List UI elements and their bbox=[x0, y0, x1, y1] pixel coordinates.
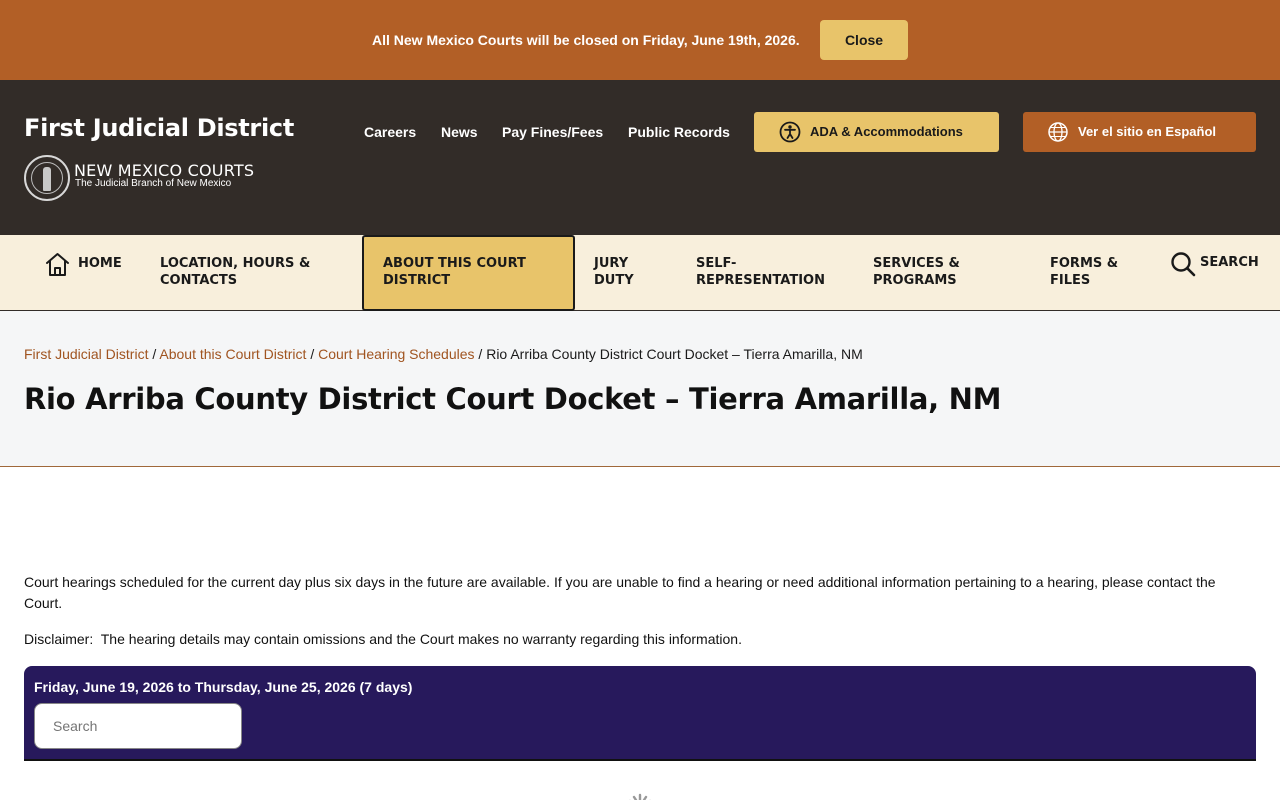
breadcrumb-current: Rio Arriba County District Court Docket … bbox=[486, 346, 863, 362]
home-icon[interactable] bbox=[44, 251, 71, 278]
breadcrumb: First Judicial District / About this Cou… bbox=[24, 346, 863, 362]
nav-location-hours-contacts[interactable]: LOCATION, HOURS & CONTACTS bbox=[160, 255, 330, 289]
docket-date-range: Friday, June 19, 2026 to Thursday, June … bbox=[34, 679, 413, 695]
disclaimer-text: Disclaimer: The hearing details may cont… bbox=[24, 631, 742, 647]
news-link[interactable]: News bbox=[441, 124, 478, 140]
main-navigation: HOME LOCATION, HOURS & CONTACTS ABOUT TH… bbox=[0, 235, 1280, 311]
breadcrumb-separator: / bbox=[306, 346, 319, 362]
site-header: First Judicial District NEW MEXICO COURT… bbox=[0, 80, 1280, 235]
spanish-site-button[interactable]: Ver el sitio en Español bbox=[1023, 112, 1256, 152]
public-records-link[interactable]: Public Records bbox=[628, 124, 730, 140]
breadcrumb-about-court-district[interactable]: About this Court District bbox=[159, 346, 306, 362]
breadcrumb-first-judicial-district[interactable]: First Judicial District bbox=[24, 346, 148, 362]
breadcrumb-separator: / bbox=[148, 346, 160, 362]
intro-text: Court hearings scheduled for the current… bbox=[24, 574, 1216, 611]
nav-about-court-district[interactable]: ABOUT THIS COURT DISTRICT bbox=[383, 255, 563, 289]
site-title[interactable]: First Judicial District bbox=[24, 114, 294, 142]
spanish-label: Ver el sitio en Español bbox=[1078, 124, 1216, 139]
nav-services-programs[interactable]: SERVICES & PROGRAMS bbox=[873, 255, 993, 289]
docket-search-input[interactable] bbox=[34, 703, 242, 749]
court-seal-logo[interactable] bbox=[24, 155, 70, 201]
loading-spinner-icon bbox=[629, 793, 651, 800]
page-title: Rio Arriba County District Court Docket … bbox=[24, 382, 1002, 416]
nav-home[interactable]: HOME bbox=[78, 255, 122, 272]
careers-link[interactable]: Careers bbox=[364, 124, 416, 140]
alert-message: All New Mexico Courts will be closed on … bbox=[372, 32, 800, 48]
nav-forms-files[interactable]: FORMS & FILES bbox=[1050, 255, 1150, 289]
ada-label: ADA & Accommodations bbox=[810, 124, 963, 139]
globe-icon bbox=[1048, 122, 1068, 142]
nav-search[interactable]: SEARCH bbox=[1200, 254, 1259, 271]
breadcrumb-separator: / bbox=[474, 346, 487, 362]
alert-banner: All New Mexico Courts will be closed on … bbox=[0, 0, 1280, 80]
pay-fines-link[interactable]: Pay Fines/Fees bbox=[502, 124, 603, 140]
nav-jury-duty[interactable]: JURY DUTY bbox=[594, 255, 664, 289]
ada-accommodations-button[interactable]: ADA & Accommodations bbox=[754, 112, 999, 152]
docket-panel: Friday, June 19, 2026 to Thursday, June … bbox=[24, 666, 1256, 761]
accessibility-icon bbox=[779, 121, 801, 143]
seal-figure bbox=[43, 167, 51, 191]
nav-self-representation[interactable]: SELF-REPRESENTATION bbox=[696, 255, 846, 289]
page-header: First Judicial District / About this Cou… bbox=[0, 311, 1280, 467]
courts-tagline: The Judicial Branch of New Mexico bbox=[75, 178, 232, 189]
search-icon[interactable] bbox=[1170, 251, 1196, 277]
breadcrumb-court-hearing-schedules[interactable]: Court Hearing Schedules bbox=[318, 346, 474, 362]
alert-close-button[interactable]: Close bbox=[820, 20, 908, 60]
